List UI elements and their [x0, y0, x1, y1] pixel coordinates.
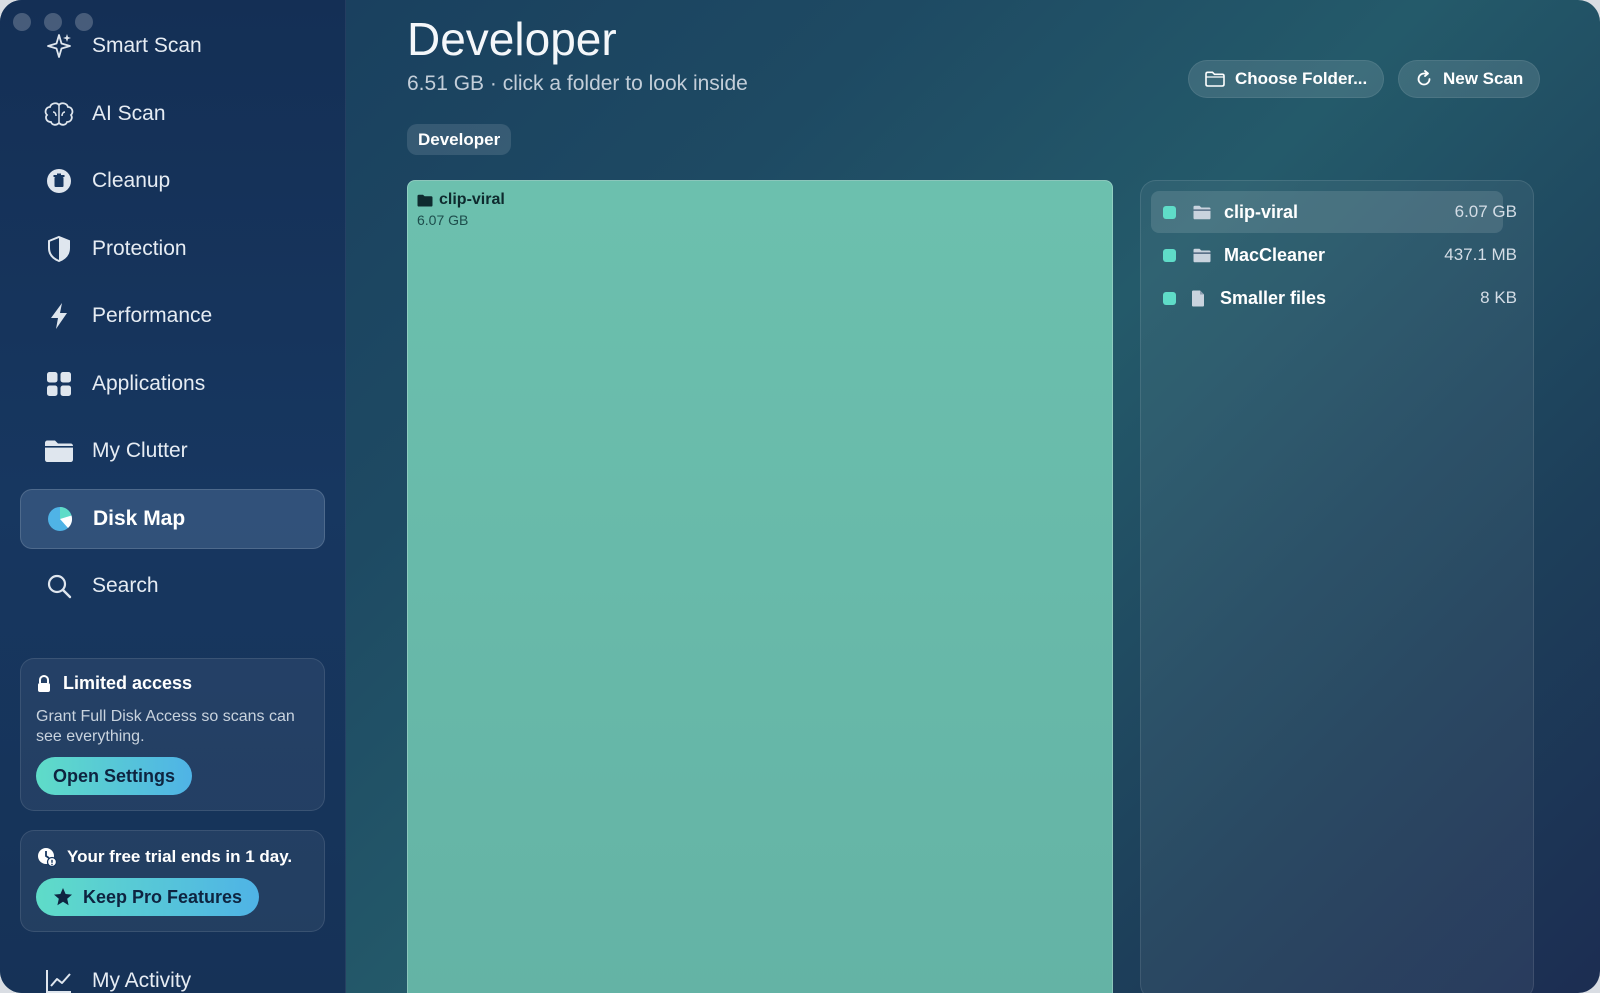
- search-icon: [42, 569, 76, 603]
- page-title: Developer: [407, 13, 617, 65]
- folder-icon: [417, 194, 439, 207]
- treemap-block-size: 6.07 GB: [417, 212, 469, 228]
- folder-list-panel: clip-viral 6.07 GB MacCleaner 437.1 MB S…: [1140, 180, 1534, 993]
- list-item-size: 437.1 MB: [1444, 245, 1517, 264]
- sidebar-item-disk-map[interactable]: Disk Map: [20, 489, 325, 549]
- sidebar-item-label: Disk Map: [93, 507, 186, 530]
- treemap-block-name: clip-viral: [439, 191, 505, 208]
- limited-access-text: Grant Full Disk Access so scans can see …: [36, 708, 295, 745]
- window-controls: [13, 13, 93, 31]
- clock-badge-icon: [37, 847, 57, 867]
- sparkles-icon: [42, 29, 76, 63]
- list-item-name: Smaller files: [1220, 287, 1327, 308]
- zoom-window-button[interactable]: [75, 13, 93, 31]
- page-subtitle: 6.51 GB · click a folder to look inside: [407, 72, 748, 95]
- sidebar-item-label: Smart Scan: [92, 34, 202, 57]
- folder-icon: [1192, 246, 1212, 264]
- sidebar-item-label: Protection: [92, 237, 187, 260]
- app-window: Smart Scan AI Scan Cleanup Protection Pe: [0, 0, 1600, 993]
- minimize-window-button[interactable]: [44, 13, 62, 31]
- list-item[interactable]: Smaller files 8 KB: [1151, 277, 1517, 319]
- main-content: Developer 6.51 GB · click a folder to lo…: [346, 0, 1600, 993]
- sidebar-item-label: Applications: [92, 372, 206, 395]
- list-item[interactable]: MacCleaner 437.1 MB: [1151, 234, 1517, 276]
- file-icon: [1188, 289, 1208, 307]
- sidebar-item-my-activity[interactable]: My Activity: [20, 951, 325, 993]
- sidebar-item-label: My Activity: [92, 969, 192, 992]
- limited-access-card: Limited access Grant Full Disk Access so…: [20, 658, 325, 811]
- open-settings-button[interactable]: Open Settings: [36, 757, 193, 795]
- color-swatch: [1163, 248, 1176, 262]
- sidebar-item-cleanup[interactable]: Cleanup: [20, 151, 325, 211]
- sidebar-item-label: Search: [92, 574, 159, 597]
- close-window-button[interactable]: [13, 13, 31, 31]
- new-scan-label: New Scan: [1443, 69, 1524, 88]
- list-item[interactable]: clip-viral 6.07 GB: [1151, 191, 1517, 233]
- new-scan-button[interactable]: New Scan: [1398, 60, 1541, 98]
- sidebar-item-label: AI Scan: [92, 102, 166, 125]
- grid-icon: [42, 367, 76, 401]
- brain-icon: [42, 97, 76, 131]
- sidebar-item-label: My Clutter: [92, 439, 188, 462]
- sidebar-item-label: Cleanup: [92, 169, 171, 192]
- breadcrumb[interactable]: Developer: [407, 124, 512, 155]
- trial-text: Your free trial ends in 1 day.: [67, 847, 293, 866]
- color-swatch: [1163, 291, 1176, 305]
- lock-icon: [37, 674, 51, 693]
- treemap-block-clip-viral[interactable]: clip-viral 6.07 GB: [407, 180, 1113, 993]
- sidebar-item-my-clutter[interactable]: My Clutter: [20, 421, 325, 481]
- choose-folder-button[interactable]: Choose Folder...: [1188, 60, 1385, 98]
- sidebar-item-search[interactable]: Search: [20, 556, 325, 616]
- list-item-size: 8 KB: [1480, 288, 1517, 307]
- sidebar: Smart Scan AI Scan Cleanup Protection Pe: [0, 0, 346, 993]
- sidebar-item-label: Performance: [92, 304, 213, 327]
- sidebar-item-ai-scan[interactable]: AI Scan: [20, 84, 325, 144]
- activity-chart-icon: [42, 964, 76, 993]
- folder-icon: [42, 434, 76, 468]
- bolt-icon: [42, 299, 76, 333]
- pie-chart-icon: [43, 502, 77, 536]
- trial-card: Your free trial ends in 1 day. Keep Pro …: [20, 830, 325, 932]
- sidebar-item-applications[interactable]: Applications: [20, 354, 325, 414]
- sidebar-item-protection[interactable]: Protection: [20, 219, 325, 279]
- trash-icon: [42, 164, 76, 198]
- choose-folder-label: Choose Folder...: [1235, 69, 1368, 88]
- refresh-icon: [1415, 70, 1443, 88]
- shield-icon: [42, 232, 76, 266]
- color-swatch: [1163, 205, 1176, 219]
- limited-access-title: Limited access: [63, 673, 193, 693]
- keep-pro-features-button[interactable]: Keep Pro Features: [36, 878, 260, 916]
- keep-pro-features-label: Keep Pro Features: [83, 886, 243, 907]
- sidebar-item-performance[interactable]: Performance: [20, 286, 325, 346]
- folder-icon: [1192, 203, 1212, 221]
- folder-outline-icon: [1205, 71, 1235, 87]
- list-item-size: 6.07 GB: [1454, 202, 1517, 221]
- star-icon: [53, 887, 73, 907]
